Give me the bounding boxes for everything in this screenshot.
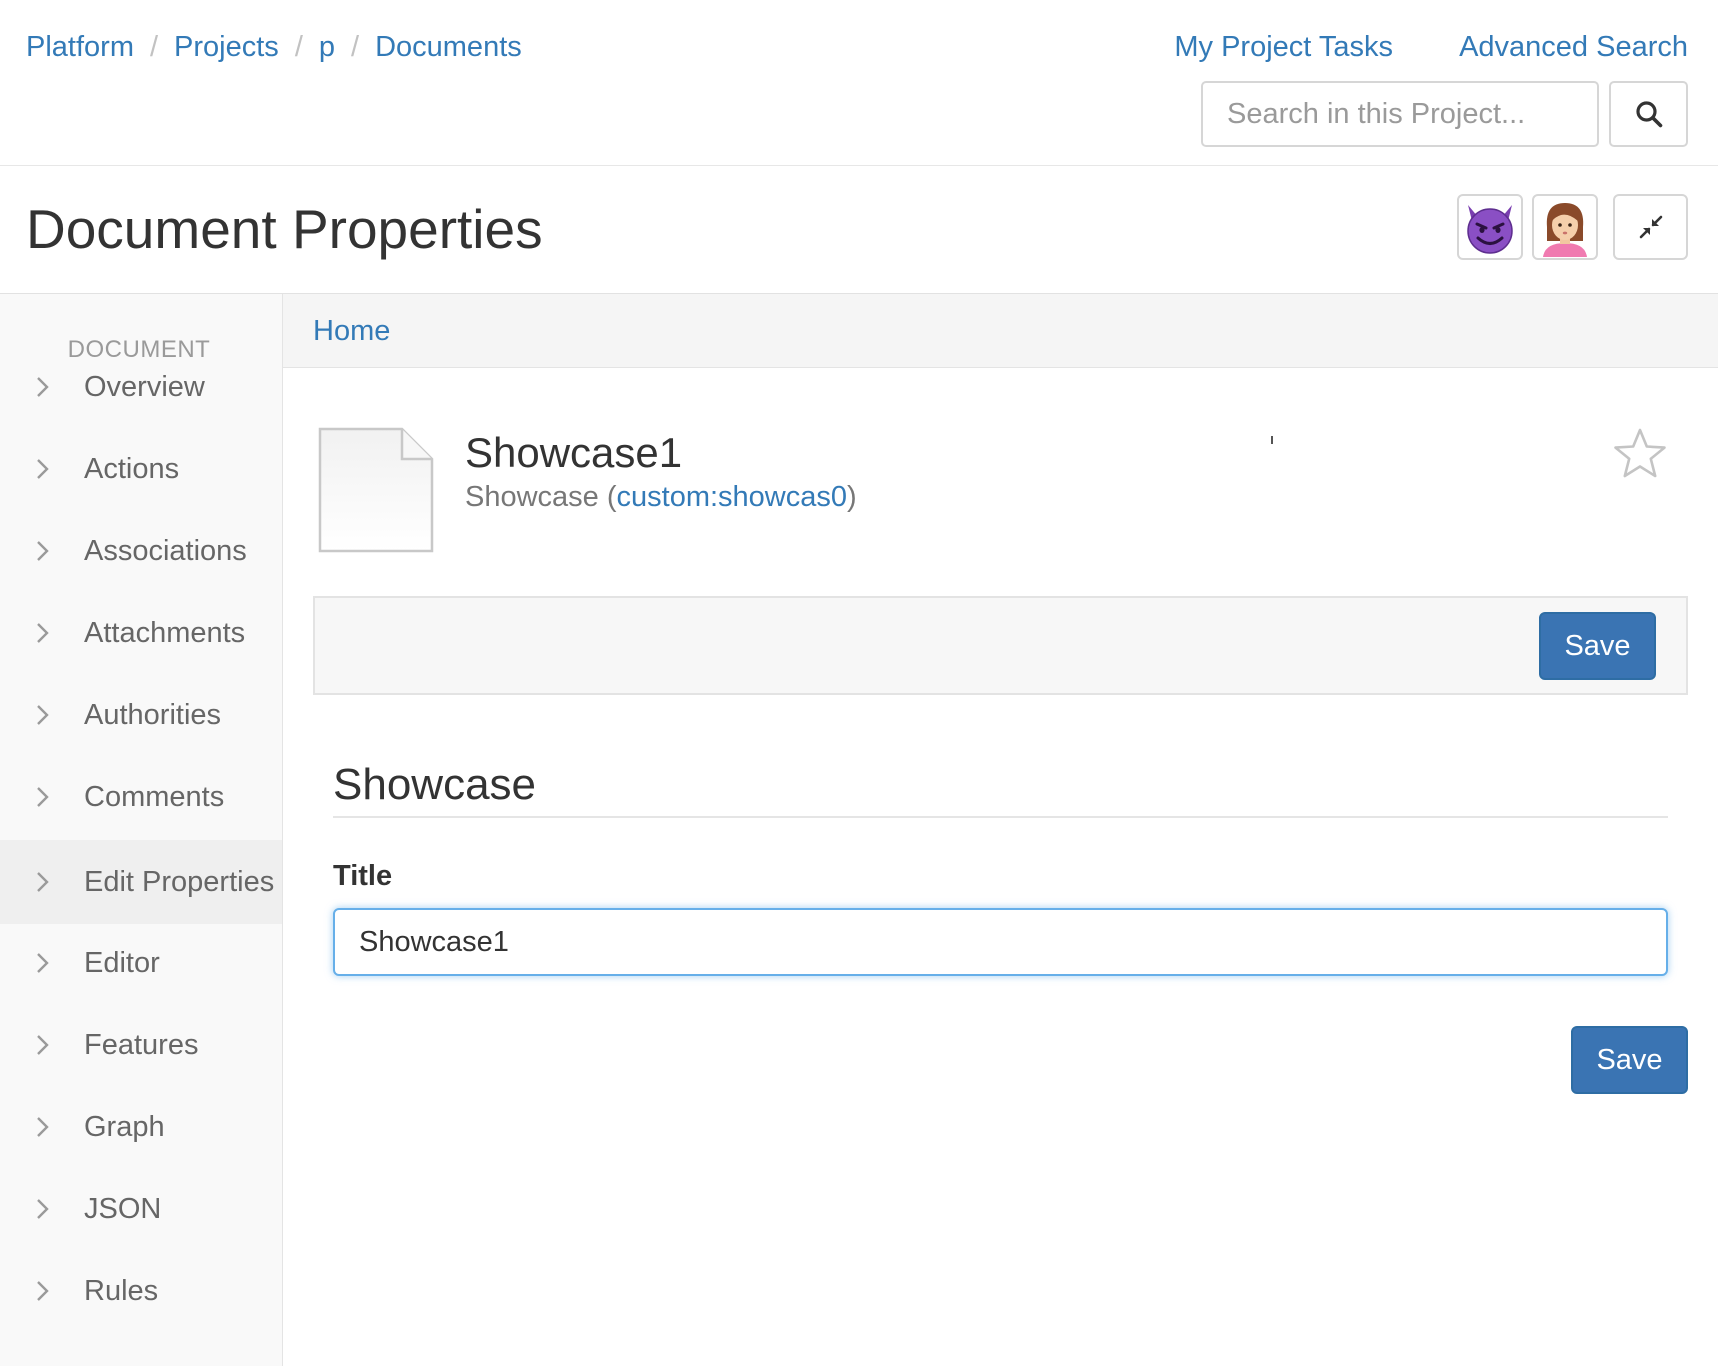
chevron-right-icon [37, 1199, 49, 1219]
sidebar-item-label: Comments [84, 780, 225, 813]
document-type: Showcase (custom:showcas0) [465, 480, 857, 514]
form-toolbar [313, 596, 1688, 695]
sidebar-item-comments[interactable]: Comments [0, 756, 282, 838]
advanced-search-link[interactable]: Advanced Search [1459, 31, 1688, 63]
form-section-title: Showcase [333, 760, 537, 809]
sidebar: DOCUMENT Overview Actions Associations A… [0, 294, 283, 1366]
breadcrumb-platform[interactable]: Platform [26, 31, 134, 63]
breadcrumb-project-p[interactable]: p [319, 31, 335, 63]
chevron-right-icon [37, 623, 49, 643]
chevron-right-icon [37, 1035, 49, 1055]
search-icon [1635, 101, 1662, 128]
sidebar-item-authorities[interactable]: Authorities [0, 674, 282, 756]
save-button-bottom[interactable]: Save [1571, 1026, 1688, 1094]
sidebar-item-label: Edit Properties [84, 865, 275, 898]
save-button-top[interactable]: Save [1539, 612, 1656, 680]
collapse-button[interactable] [1613, 194, 1688, 260]
search-button[interactable] [1609, 81, 1688, 147]
my-project-tasks-link[interactable]: My Project Tasks [1174, 31, 1393, 63]
sidebar-item-features[interactable]: Features [0, 1004, 282, 1086]
search-input[interactable] [1201, 81, 1599, 147]
breadcrumb-home[interactable]: Home [313, 314, 390, 348]
smiling-devil-emoji-avatar [1467, 205, 1513, 254]
sidebar-item-edit-properties[interactable]: Edit Properties [0, 840, 282, 924]
top-links: My Project Tasks Advanced Search [1116, 30, 1688, 64]
collapse-arrows-icon [1639, 215, 1662, 239]
sidebar-item-label: Overview [84, 370, 205, 403]
sidebar-item-label: Attachments [84, 616, 246, 649]
chevron-right-icon [37, 541, 49, 561]
sidebar-item-graph[interactable]: Graph [0, 1086, 282, 1168]
sidebar-item-label: Rules [84, 1274, 159, 1307]
sidebar-item-label: Graph [84, 1110, 165, 1143]
section-divider [333, 816, 1668, 818]
title-field-label: Title [333, 860, 393, 892]
sidebar-item-attachments[interactable]: Attachments [0, 592, 282, 674]
breadcrumb: Platform / Projects / p / Documents [26, 30, 522, 64]
document-type-prefix: Showcase ( [465, 481, 617, 513]
breadcrumb-separator: / [294, 31, 303, 63]
chevron-right-icon [37, 1117, 49, 1137]
chevron-right-icon [37, 377, 49, 397]
sidebar-item-label: JSON [84, 1192, 162, 1225]
page-title: Document Properties [26, 198, 543, 260]
avatar-devil[interactable] [1457, 194, 1523, 260]
document-type-suffix: ) [847, 481, 857, 513]
woman-emoji-avatar [1543, 203, 1587, 257]
breadcrumb-separator: / [149, 31, 159, 63]
title-field[interactable] [333, 908, 1668, 976]
chevron-right-icon [37, 705, 49, 725]
sidebar-item-label: Associations [84, 534, 247, 567]
breadcrumb-projects[interactable]: Projects [174, 31, 279, 63]
blank-document-icon [318, 427, 434, 553]
sidebar-item-label: Actions [84, 452, 180, 485]
chevron-right-icon [37, 872, 49, 892]
star-outline-icon[interactable] [1612, 427, 1668, 481]
page-header: Document Properties [0, 166, 1718, 294]
stray-tick-mark [1271, 436, 1273, 444]
sidebar-item-label: Editor [84, 946, 160, 979]
document-name: Showcase1 [465, 429, 683, 476]
chevron-right-icon [37, 787, 49, 807]
chevron-right-icon [37, 1281, 49, 1301]
sidebar-item-label: Features [84, 1028, 199, 1061]
breadcrumb-documents[interactable]: Documents [375, 31, 522, 63]
avatar-woman[interactable] [1532, 194, 1598, 260]
sidebar-item-associations[interactable]: Associations [0, 510, 282, 592]
chevron-right-icon [37, 459, 49, 479]
sidebar-item-overview[interactable]: Overview [0, 346, 282, 428]
breadcrumb-separator: / [351, 31, 360, 63]
sidebar-item-actions[interactable]: Actions [0, 428, 282, 510]
sidebar-item-json[interactable]: JSON [0, 1168, 282, 1250]
sidebar-item-label: Authorities [84, 698, 222, 731]
top-navbar: Platform / Projects / p / Documents My Project… [0, 0, 1718, 166]
content-breadcrumb: Home [283, 294, 1718, 368]
document-type-link[interactable]: custom:showcas0 [617, 481, 848, 513]
chevron-right-icon [37, 953, 49, 973]
sidebar-item-editor[interactable]: Editor [0, 922, 282, 1004]
sidebar-item-rules[interactable]: Rules [0, 1250, 282, 1332]
